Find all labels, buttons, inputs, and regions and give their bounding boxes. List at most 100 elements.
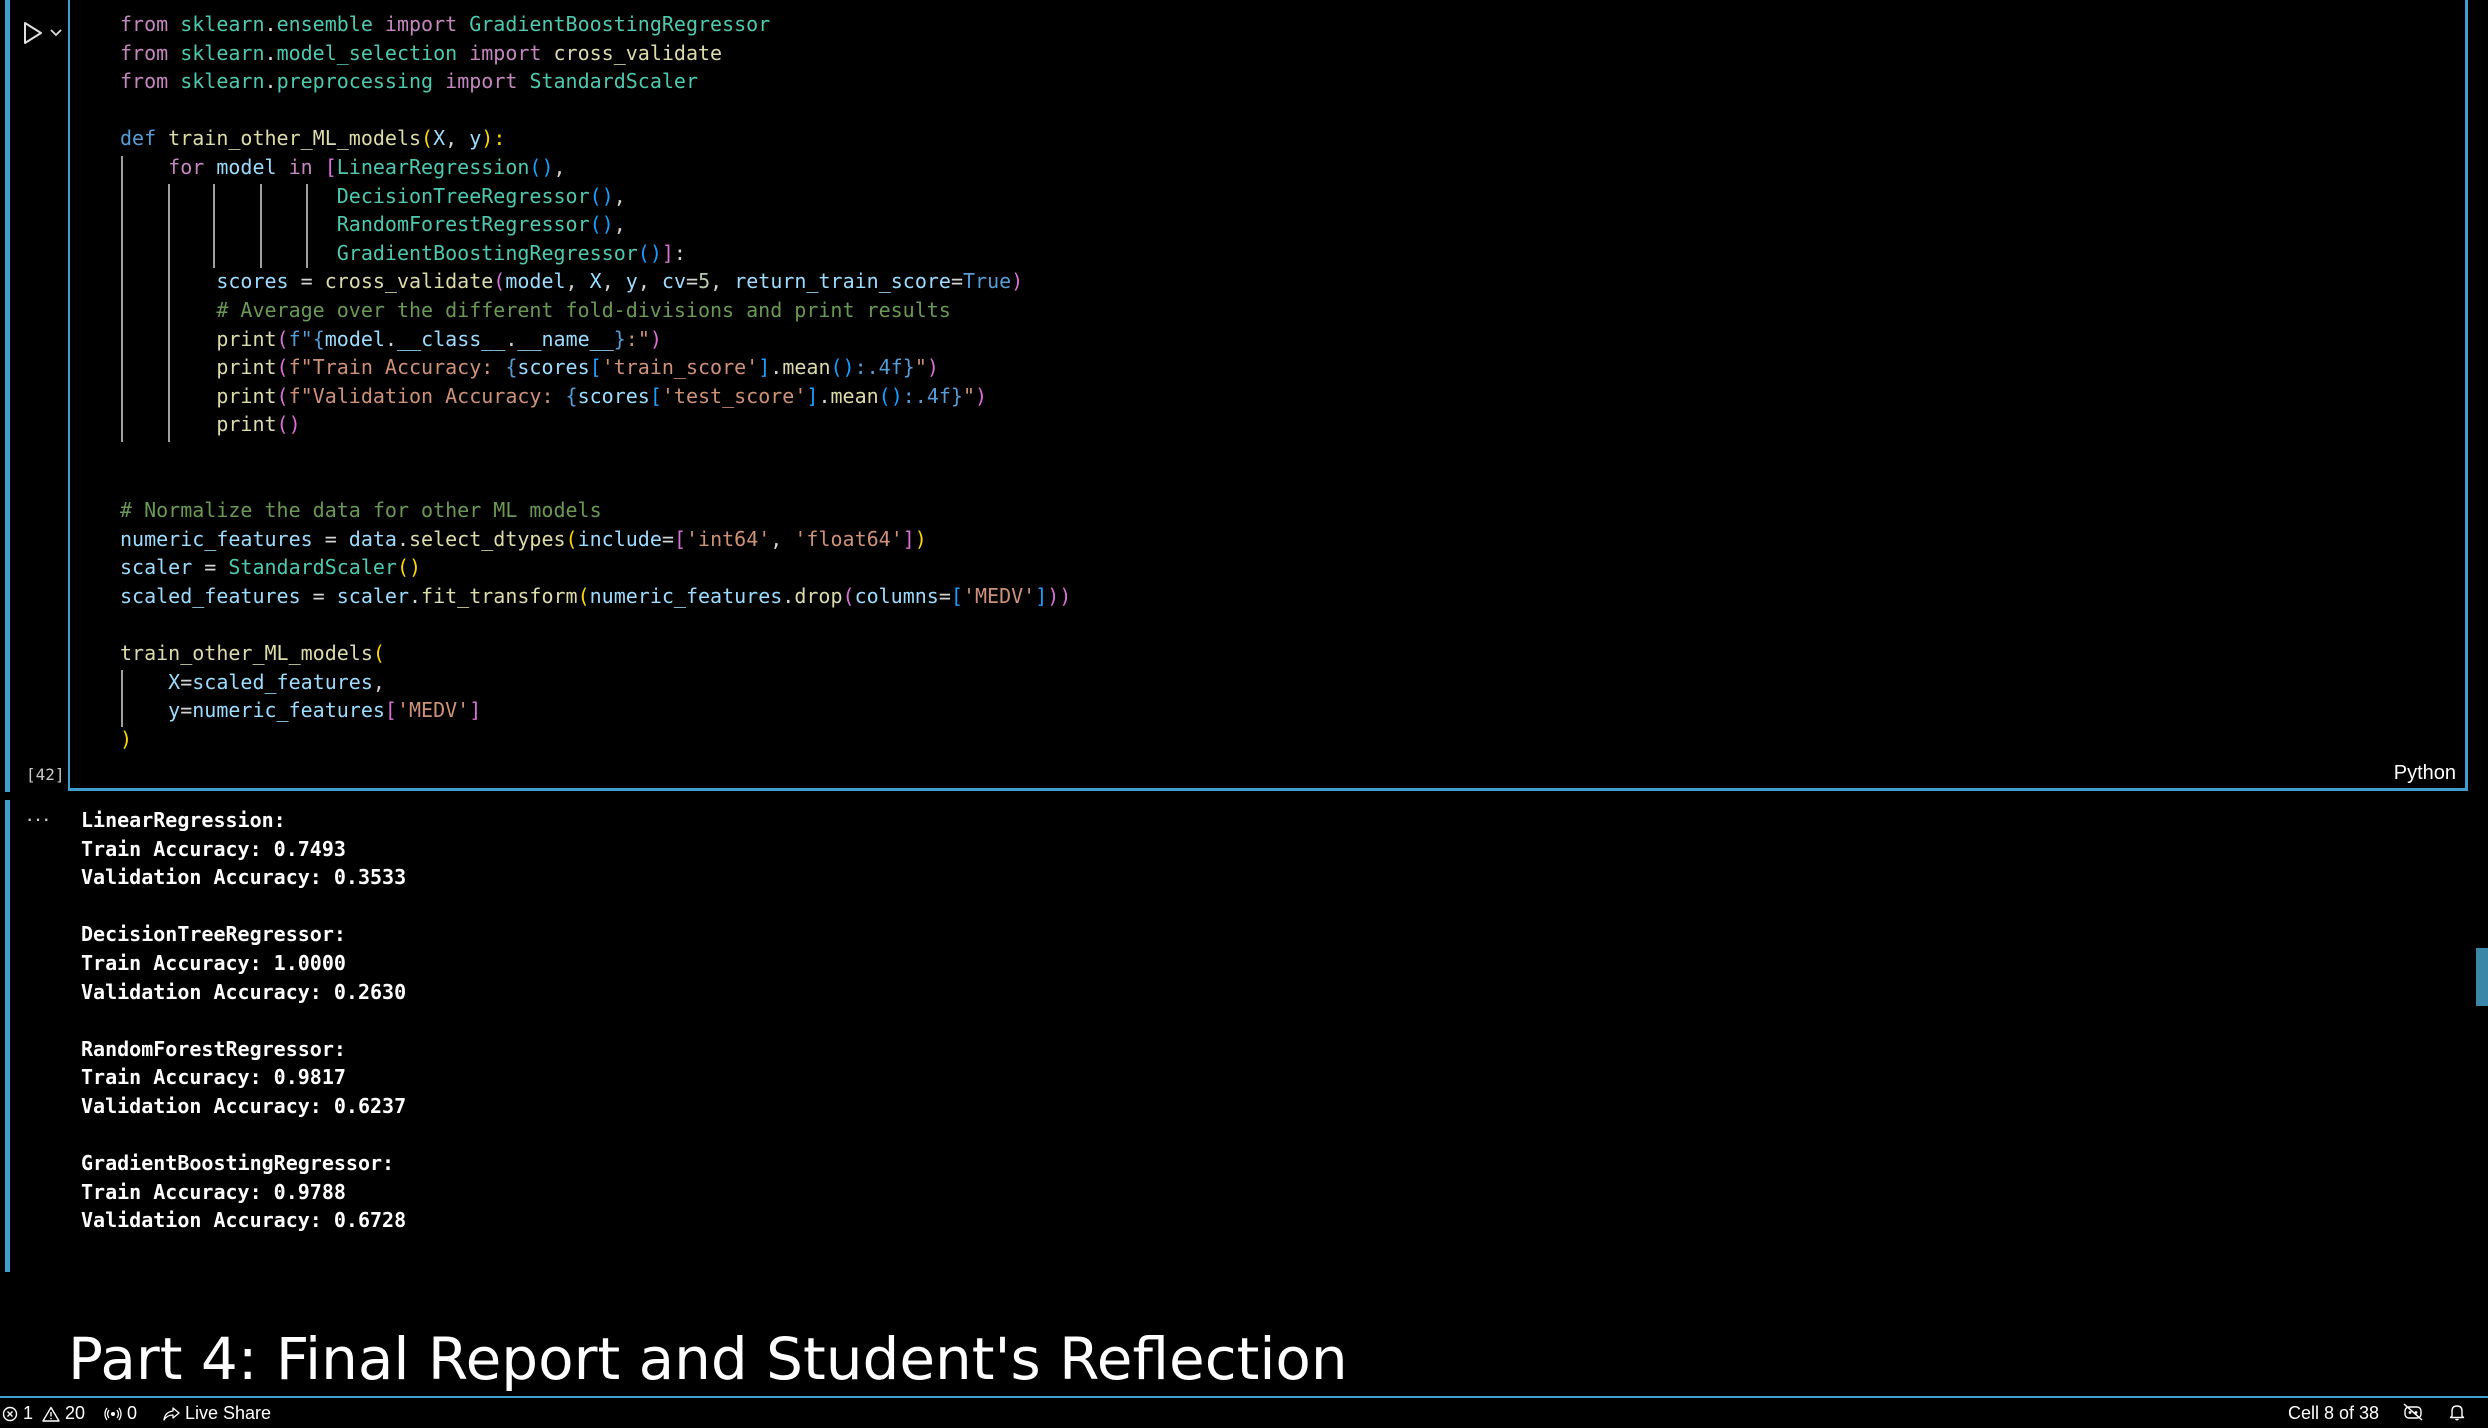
language-picker[interactable]: Python (2394, 762, 2456, 785)
code-token: scores (120, 269, 289, 294)
problems-status[interactable]: 1 20 (2, 1403, 85, 1424)
code-token: train_other_ML_models (120, 641, 373, 666)
code-token: numeric_features (589, 583, 783, 608)
code-token: )) (1047, 583, 1072, 608)
code-line: from sklearn.ensemble import GradientBoo… (120, 10, 1071, 39)
code-token: } (950, 383, 963, 408)
code-line: def train_other_ML_models(X, y): (120, 124, 1071, 153)
code-token: : (673, 240, 686, 265)
indent-guide (121, 670, 123, 727)
code-token: [ (673, 526, 686, 551)
code-line: print(f"Train Accuracy: {scores['train_s… (120, 353, 1071, 382)
warning-count: 20 (65, 1403, 86, 1423)
code-token: preprocessing (276, 69, 434, 94)
code-token: ( (565, 526, 578, 551)
bell-icon (2449, 1405, 2465, 1421)
code-token: ( (276, 383, 289, 408)
code-token: y (469, 126, 482, 151)
output-line: Train Accuracy: 0.9817 (81, 1065, 346, 1090)
run-cell-icon[interactable] (20, 20, 46, 46)
code-token: return_train_score (734, 269, 951, 294)
code-token: , (637, 269, 662, 294)
code-token: = (938, 583, 951, 608)
output-line: Validation Accuracy: 0.3533 (81, 865, 407, 890)
scrollbar-thumb[interactable] (2476, 948, 2488, 1006)
code-line: print(f"Validation Accuracy: {scores['te… (120, 382, 1071, 411)
output-focus-bar (5, 800, 10, 1272)
code-token: . (264, 12, 277, 36)
code-token: model (324, 326, 385, 351)
code-token: mean (830, 383, 879, 408)
code-token: from (120, 69, 181, 94)
code-token: . (818, 383, 831, 408)
code-token: . (782, 583, 795, 608)
ports-status[interactable]: 0 (104, 1403, 137, 1424)
code-token: , (372, 669, 385, 694)
code-token: . (409, 583, 422, 608)
code-token: import (372, 12, 470, 36)
chevron-down-icon[interactable] (48, 24, 64, 40)
code-token: def (120, 126, 169, 151)
error-count: 1 (23, 1403, 34, 1423)
code-token: from (120, 40, 181, 65)
notifications-button[interactable] (2448, 1403, 2466, 1421)
code-token: train_other_ML_models (168, 126, 422, 151)
code-editor[interactable]: from sklearn.ensemble import GradientBoo… (120, 10, 1071, 753)
code-token: ( (577, 583, 590, 608)
markdown-heading: Part 4: Final Report and Student's Refle… (68, 1325, 1348, 1393)
cell-border-right (2465, 0, 2468, 791)
cell-position-status[interactable]: Cell 8 of 38 (2288, 1403, 2379, 1424)
code-line: from sklearn.model_selection import cros… (120, 39, 1071, 68)
code-line: ) (120, 725, 1071, 754)
output-actions-button[interactable]: ··· (26, 806, 51, 832)
code-line: scaled_features = scaler.fit_transform(n… (120, 582, 1071, 611)
code-token: ) (120, 726, 133, 751)
code-token: [ (649, 383, 662, 408)
copilot-disabled-icon (2403, 1403, 2423, 1421)
code-token: . (264, 40, 277, 65)
code-token: GradientBoostingRegressor (336, 240, 638, 265)
code-token: cross_validate (553, 40, 723, 65)
code-token: , (445, 126, 470, 151)
code-token: [ (384, 698, 397, 723)
code-line: for model in [LinearRegression(), (120, 153, 1071, 182)
code-token: . (396, 526, 409, 551)
code-token: __name__ (517, 326, 614, 351)
code-token: ] (806, 383, 819, 408)
code-token: = (312, 526, 349, 551)
code-token: 5 (698, 269, 711, 294)
code-token: True (963, 269, 1012, 294)
code-line: print(f"{model.__class__.__name__}:") (120, 325, 1071, 354)
code-line: y=numeric_features['MEDV'] (120, 696, 1071, 725)
code-token: drop (794, 583, 843, 608)
warning-icon (42, 1406, 60, 1422)
code-token: DecisionTreeRegressor (336, 183, 590, 208)
code-token: cv (661, 269, 687, 294)
code-line: GradientBoostingRegressor()]: (120, 239, 1071, 268)
live-share-button[interactable]: Live Share (162, 1403, 271, 1424)
output-line: Train Accuracy: 1.0000 (81, 950, 346, 975)
output-line: Validation Accuracy: 0.6237 (81, 1093, 407, 1118)
code-token: scores (577, 383, 650, 408)
code-token: import (433, 69, 530, 94)
status-bar: 1 20 0 Live Share Cell 8 of 38 (0, 1396, 2488, 1428)
indent-guide (306, 184, 308, 268)
cell-focus-bar (5, 0, 10, 792)
code-line: DecisionTreeRegressor(), (120, 182, 1071, 211)
code-token: # Average over the different fold-divisi… (120, 297, 951, 322)
code-line: print() (120, 410, 1071, 439)
code-token: in (276, 154, 325, 179)
copilot-status-button[interactable] (2402, 1403, 2424, 1421)
code-token: = (180, 669, 193, 694)
code-token: import (457, 40, 554, 65)
code-token: X (433, 126, 446, 151)
code-line: scores = cross_validate(model, X, y, cv=… (120, 267, 1071, 296)
